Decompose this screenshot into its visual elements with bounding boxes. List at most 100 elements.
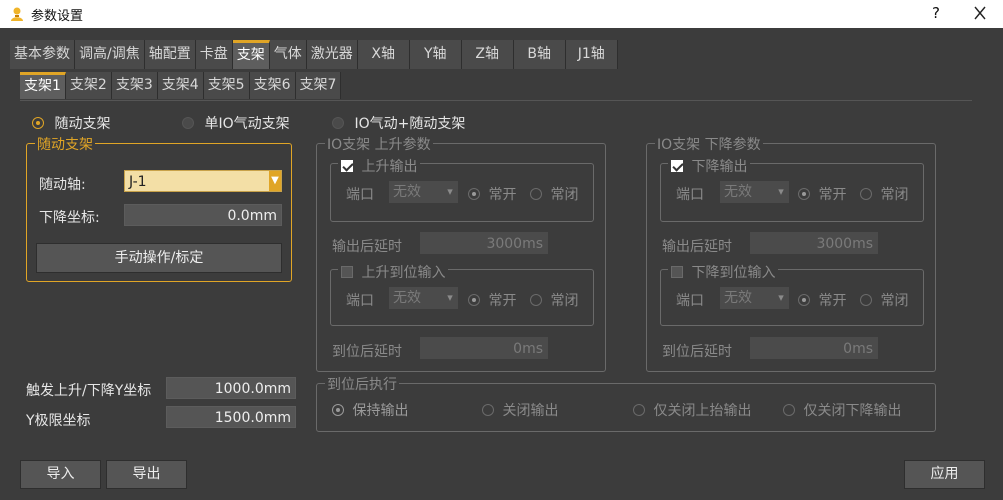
up-delay-input[interactable]: 3000ms bbox=[420, 232, 548, 254]
app-user-icon bbox=[11, 7, 23, 21]
close-down-only-option[interactable]: 仅关闭下降输出 bbox=[783, 400, 901, 420]
down-port2-select[interactable]: 无效 ▾ bbox=[720, 287, 789, 309]
tab-gas[interactable]: 气体 bbox=[269, 40, 307, 69]
up-nc2-option[interactable]: 常闭 bbox=[530, 290, 578, 310]
keep-output-option[interactable]: 保持输出 bbox=[332, 400, 408, 420]
down-nc2-radio[interactable] bbox=[860, 294, 872, 306]
up-port-select[interactable]: 无效 ▾ bbox=[389, 181, 458, 203]
io-down-group-title: IO支架 下降参数 bbox=[655, 134, 763, 154]
up-input-checkbox-row[interactable]: 上升到位输入 bbox=[338, 262, 449, 282]
up-port2-label: 端口 bbox=[346, 293, 374, 309]
manual-calibrate-button[interactable]: 手动操作/标定 bbox=[36, 243, 282, 273]
close-up-only-option[interactable]: 仅关闭上抬输出 bbox=[633, 400, 751, 420]
down-no2-option[interactable]: 常开 bbox=[798, 290, 846, 310]
apply-button[interactable]: 应用 bbox=[904, 460, 985, 489]
trigger-y-label: 触发上升/下降Y坐标 bbox=[26, 383, 152, 399]
up-nc2-label: 常闭 bbox=[550, 293, 579, 309]
close-down-only-label: 仅关闭下降输出 bbox=[803, 403, 902, 419]
mode-io-follow-radio[interactable] bbox=[332, 117, 344, 129]
tab-j1-axis[interactable]: J1轴 bbox=[565, 40, 618, 69]
down-no2-radio[interactable] bbox=[798, 294, 810, 306]
up-input-checkbox[interactable] bbox=[341, 266, 353, 278]
down-arrive-input[interactable]: 0ms bbox=[750, 337, 878, 359]
close-output-radio[interactable] bbox=[482, 404, 494, 416]
up-no2-radio[interactable] bbox=[468, 294, 480, 306]
down-port2-value: 无效 bbox=[724, 290, 752, 306]
follow-axis-select[interactable]: J-1 ▼ bbox=[124, 170, 282, 192]
up-input-label: 上升到位输入 bbox=[361, 265, 446, 281]
up-no2-option[interactable]: 常开 bbox=[468, 290, 516, 310]
chevron-down-icon: ▾ bbox=[447, 185, 453, 198]
tab-y-axis[interactable]: Y轴 bbox=[409, 40, 462, 69]
mode-io-follow-option[interactable]: IO气动+随动支架 bbox=[332, 113, 465, 133]
close-up-only-label: 仅关闭上抬输出 bbox=[653, 403, 752, 419]
close-up-only-radio[interactable] bbox=[633, 404, 645, 416]
export-button[interactable]: 导出 bbox=[106, 460, 187, 489]
mode-follow-radio[interactable] bbox=[32, 117, 44, 129]
down-nc-radio[interactable] bbox=[860, 188, 872, 200]
tab-basic-params[interactable]: 基本参数 bbox=[10, 40, 75, 69]
keep-output-radio[interactable] bbox=[332, 404, 344, 416]
mode-follow-label: 随动支架 bbox=[54, 116, 111, 132]
close-icon[interactable] bbox=[968, 2, 992, 24]
down-no-option[interactable]: 常开 bbox=[798, 184, 846, 204]
lower-coord-input[interactable]: 0.0mm bbox=[124, 204, 282, 226]
tab-support-2[interactable]: 支架2 bbox=[65, 72, 112, 99]
down-port2-label: 端口 bbox=[676, 293, 704, 309]
tab-support[interactable]: 支架 bbox=[232, 40, 270, 69]
down-input-checkbox-row[interactable]: 下降到位输入 bbox=[668, 262, 779, 282]
mode-follow-option[interactable]: 随动支架 bbox=[32, 113, 110, 133]
after-arrival-title: 到位后执行 bbox=[325, 374, 399, 394]
down-port-label: 端口 bbox=[676, 187, 704, 203]
tab-support-5[interactable]: 支架5 bbox=[203, 72, 250, 99]
mode-single-io-radio[interactable] bbox=[182, 117, 194, 129]
up-nc2-radio[interactable] bbox=[530, 294, 542, 306]
up-no-radio[interactable] bbox=[468, 188, 480, 200]
up-output-checkbox[interactable] bbox=[341, 160, 353, 172]
y-limit-input[interactable]: 1500.0mm bbox=[166, 406, 296, 428]
down-no-radio[interactable] bbox=[798, 188, 810, 200]
tab-laser[interactable]: 激光器 bbox=[306, 40, 358, 69]
up-nc-radio[interactable] bbox=[530, 188, 542, 200]
down-delay-input[interactable]: 3000ms bbox=[750, 232, 878, 254]
up-port2-select[interactable]: 无效 ▾ bbox=[389, 287, 458, 309]
chevron-down-icon: ▾ bbox=[447, 291, 453, 304]
close-down-only-radio[interactable] bbox=[783, 404, 795, 416]
tab-support-6[interactable]: 支架6 bbox=[249, 72, 296, 99]
tab-z-axis[interactable]: Z轴 bbox=[461, 40, 514, 69]
tab-support-4[interactable]: 支架4 bbox=[157, 72, 204, 99]
up-arrive-label: 到位后延时 bbox=[332, 344, 402, 360]
up-nc-label: 常闭 bbox=[550, 187, 579, 203]
up-output-checkbox-row[interactable]: 上升输出 bbox=[338, 156, 421, 176]
down-input-checkbox[interactable] bbox=[671, 266, 683, 278]
up-nc-option[interactable]: 常闭 bbox=[530, 184, 578, 204]
down-nc2-option[interactable]: 常闭 bbox=[860, 290, 908, 310]
tab-support-7[interactable]: 支架7 bbox=[295, 72, 342, 99]
tab-support-3[interactable]: 支架3 bbox=[111, 72, 158, 99]
up-no2-label: 常开 bbox=[488, 293, 517, 309]
down-output-label: 下降输出 bbox=[691, 159, 748, 175]
tab-x-axis[interactable]: X轴 bbox=[357, 40, 410, 69]
tab-chuck[interactable]: 卡盘 bbox=[195, 40, 233, 69]
chevron-down-icon: ▾ bbox=[778, 185, 784, 198]
close-output-option[interactable]: 关闭输出 bbox=[482, 400, 558, 420]
trigger-y-input[interactable]: 1000.0mm bbox=[166, 377, 296, 399]
tab-axis-config[interactable]: 轴配置 bbox=[144, 40, 196, 69]
down-output-checkbox[interactable] bbox=[671, 160, 683, 172]
tab-b-axis[interactable]: B轴 bbox=[513, 40, 566, 69]
window-title: 参数设置 bbox=[31, 8, 84, 24]
up-arrive-input[interactable]: 0ms bbox=[420, 337, 548, 359]
follow-axis-value: J-1 bbox=[129, 174, 147, 190]
chevron-down-icon: ▼ bbox=[269, 171, 281, 191]
tab-support-1[interactable]: 支架1 bbox=[20, 72, 66, 99]
down-output-checkbox-row[interactable]: 下降输出 bbox=[668, 156, 751, 176]
import-button[interactable]: 导入 bbox=[20, 460, 101, 489]
follow-axis-label: 随动轴: bbox=[39, 177, 86, 193]
mode-single-io-label: 单IO气动支架 bbox=[204, 116, 290, 132]
down-port-select[interactable]: 无效 ▾ bbox=[720, 181, 789, 203]
up-no-option[interactable]: 常开 bbox=[468, 184, 516, 204]
help-button[interactable]: ? bbox=[926, 4, 946, 22]
tab-height-focus[interactable]: 调高/调焦 bbox=[75, 40, 145, 69]
down-nc-option[interactable]: 常闭 bbox=[860, 184, 908, 204]
mode-single-io-option[interactable]: 单IO气动支架 bbox=[182, 113, 290, 133]
